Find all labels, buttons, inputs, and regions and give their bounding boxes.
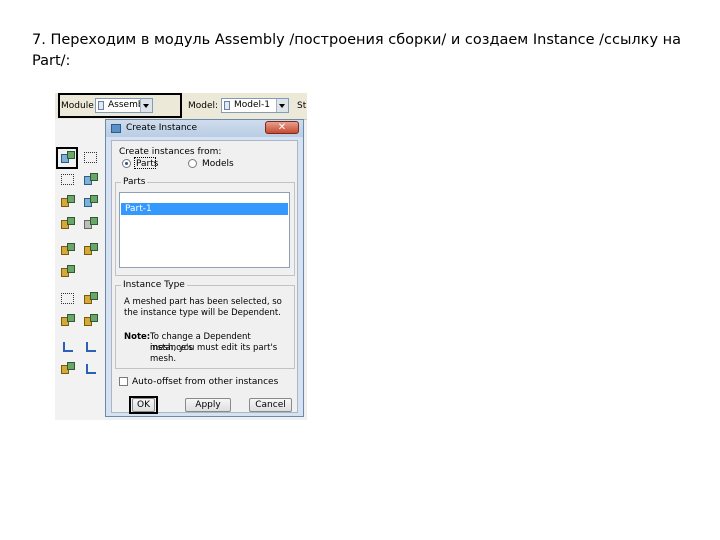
- dialog-title: Create Instance: [126, 123, 198, 133]
- triad-icon[interactable]: [83, 361, 99, 377]
- grid-icon[interactable]: [83, 150, 99, 166]
- module-highlight-box: [58, 93, 182, 118]
- note-line-2: mesh, you must edit its part's mesh.: [150, 343, 278, 364]
- focus-indicator: [134, 157, 156, 169]
- constraint-icon[interactable]: [60, 242, 76, 258]
- model-icon: [224, 101, 230, 110]
- radio-parts[interactable]: [122, 159, 131, 168]
- step-label: St: [297, 101, 307, 111]
- note-label: Note:: [124, 332, 151, 342]
- query-icon[interactable]: [60, 264, 76, 280]
- ok-highlight-box: [129, 396, 158, 414]
- instance-type-title: Instance Type: [121, 280, 187, 290]
- model-label: Model:: [188, 101, 219, 111]
- apply-button[interactable]: Apply: [185, 398, 231, 412]
- parts-group-title: Parts: [121, 177, 148, 187]
- chevron-down-icon[interactable]: [276, 99, 288, 112]
- position-icon[interactable]: [60, 291, 76, 307]
- create-instance-highlight-box: [56, 147, 78, 169]
- model-value: Model-1: [234, 100, 270, 110]
- model-combo[interactable]: Model-1: [221, 98, 289, 113]
- auto-offset-checkbox[interactable]: [119, 377, 128, 386]
- display-icon[interactable]: [60, 361, 76, 377]
- radial-pattern-icon[interactable]: [60, 216, 76, 232]
- csys-icon[interactable]: [83, 339, 99, 355]
- module-toolbar: Module Assembly Model: Model-1 St: [55, 93, 307, 120]
- edit-icon[interactable]: [83, 242, 99, 258]
- parts-list[interactable]: Part-1: [119, 192, 290, 268]
- auto-offset-label[interactable]: Auto-offset from other instances: [132, 377, 278, 387]
- cancel-button[interactable]: Cancel: [249, 398, 292, 412]
- linear-pattern-icon[interactable]: [83, 194, 99, 210]
- list-item[interactable]: Part-1: [121, 203, 288, 215]
- axis-icon[interactable]: [60, 339, 76, 355]
- create-from-label: Create instances from:: [119, 147, 222, 157]
- translate-icon[interactable]: [83, 172, 99, 188]
- dialog-body: Create instances from: Parts Models Part…: [111, 140, 298, 414]
- merge-icon[interactable]: [83, 216, 99, 232]
- window-icon: [111, 124, 121, 133]
- datum-icon[interactable]: [83, 313, 99, 329]
- instance-type-group: Instance Type A meshed part has been sel…: [115, 280, 295, 369]
- instruction-text: 7. Переходим в модуль Assembly /построен…: [32, 32, 681, 69]
- rotate-icon[interactable]: [60, 194, 76, 210]
- face-to-face-icon[interactable]: [83, 291, 99, 307]
- parts-group: Parts Part-1: [115, 177, 295, 276]
- radio-models-label[interactable]: Models: [202, 159, 234, 169]
- dotted-select-icon[interactable]: [60, 172, 76, 188]
- info-line-2: the instance type will be Dependent.: [124, 308, 281, 318]
- info-line-1: A meshed part has been selected, so: [124, 297, 282, 307]
- close-button[interactable]: ✕: [265, 121, 299, 134]
- coaxial-icon[interactable]: [60, 313, 76, 329]
- toolbox: [55, 119, 105, 420]
- abaqus-screenshot: Module Assembly Model: Model-1 St Create…: [55, 93, 307, 420]
- create-instance-dialog: Create Instance ✕ Create instances from:…: [105, 119, 304, 417]
- radio-models[interactable]: [188, 159, 197, 168]
- dialog-titlebar[interactable]: Create Instance ✕: [106, 120, 303, 137]
